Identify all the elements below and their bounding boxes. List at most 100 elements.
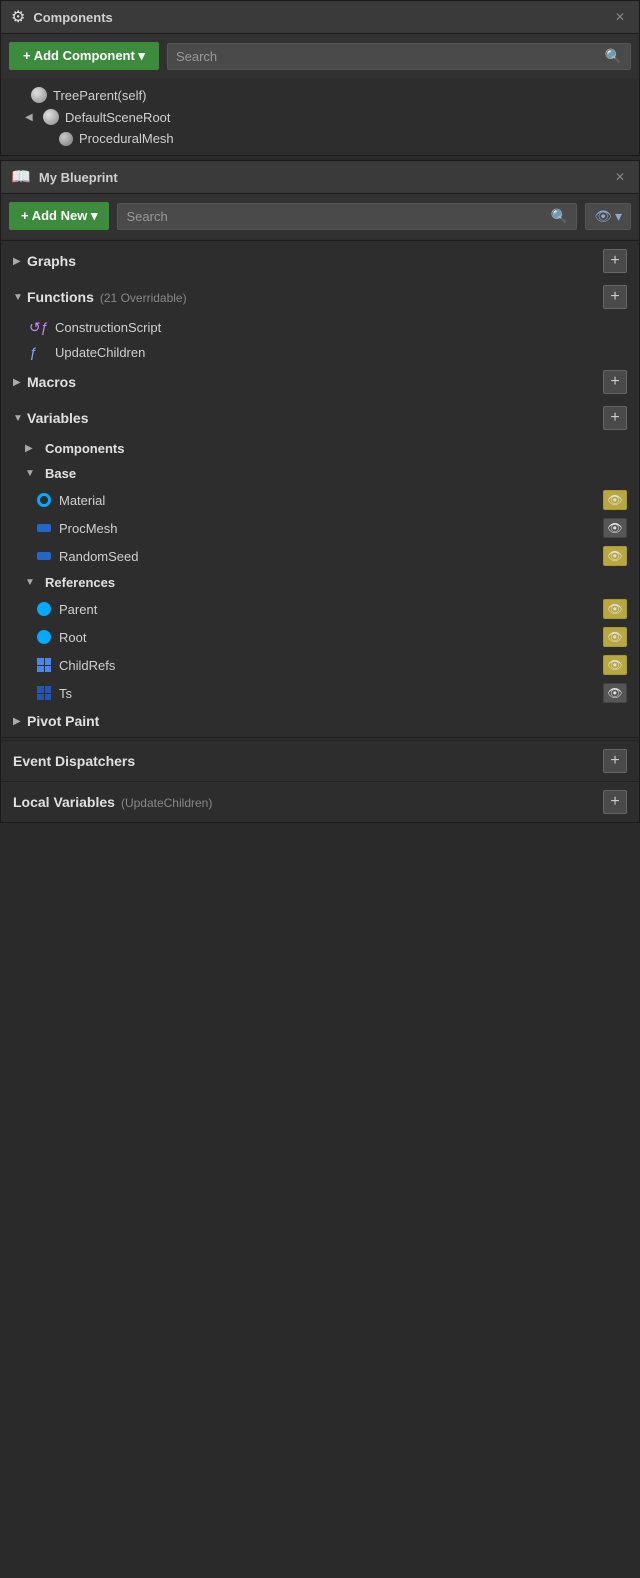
eye-open-icon3: 👁 <box>607 602 622 616</box>
tree-item-default-scene-root[interactable]: ◀ DefaultSceneRoot <box>1 106 639 128</box>
graphs-title: Graphs <box>27 253 603 269</box>
visibility-toggle-button[interactable]: 👁 ▾ <box>585 203 631 230</box>
macros-title: Macros <box>27 374 603 390</box>
components-panel-header: ⚙ Components ✕ <box>1 1 639 34</box>
event-dispatchers-section[interactable]: Event Dispatchers + <box>1 740 639 781</box>
references-group[interactable]: ▼ References <box>1 570 639 595</box>
components-search-wrap: 🔍 <box>167 43 631 70</box>
chevron-down-icon: ▾ <box>615 208 622 225</box>
tree-item-label-proc: ProceduralMesh <box>79 131 174 146</box>
add-new-button[interactable]: + Add New ▾ <box>9 202 109 230</box>
child-refs-var[interactable]: ChildRefs 👁 <box>1 651 639 679</box>
components-tree: TreeParent(self) ◀ DefaultSceneRoot Proc… <box>1 78 639 155</box>
components-panel-close[interactable]: ✕ <box>611 10 629 24</box>
update-children-item[interactable]: ƒ UpdateChildren <box>1 340 639 364</box>
eye-icon: 👁 <box>594 208 612 225</box>
components-panel: ⚙ Components ✕ + Add Component ▾ 🔍 TreeP… <box>0 0 640 156</box>
components-group[interactable]: ▶ Components <box>1 436 639 461</box>
child-refs-dot <box>37 658 51 672</box>
ts-var[interactable]: Ts 👁 <box>1 679 639 707</box>
parent-var[interactable]: Parent 👁 <box>1 595 639 623</box>
variables-title: Variables <box>27 410 603 426</box>
components-search-icon: 🔍 <box>605 48 622 65</box>
ts-dot <box>37 686 51 700</box>
functions-section[interactable]: ▼ Functions(21 Overridable) + <box>1 279 639 315</box>
material-var[interactable]: Material 👁 <box>1 486 639 514</box>
eye-closed-icon: 👁 <box>607 521 622 535</box>
child-refs-label: ChildRefs <box>59 658 595 673</box>
root-visibility-badge[interactable]: 👁 <box>603 627 627 647</box>
components-search-input[interactable] <box>176 49 601 64</box>
variables-section[interactable]: ▼ Variables + <box>1 400 639 436</box>
proc-mesh-var[interactable]: ProcMesh 👁 <box>1 514 639 542</box>
pivot-paint-arrow: ▶ <box>13 716 27 727</box>
sphere-icon <box>31 87 47 103</box>
construction-script-item[interactable]: ↺ƒ ConstructionScript <box>1 315 639 340</box>
event-dispatchers-add-button[interactable]: + <box>603 749 627 773</box>
child-refs-visibility-badge[interactable]: 👁 <box>603 655 627 675</box>
eye-closed-icon2: 👁 <box>607 686 622 700</box>
local-variables-subtitle: (UpdateChildren) <box>121 796 212 810</box>
local-variables-add-button[interactable]: + <box>603 790 627 814</box>
construction-script-icon: ↺ƒ <box>29 319 47 336</box>
random-seed-visibility-badge[interactable]: 👁 <box>603 546 627 566</box>
macros-add-button[interactable]: + <box>603 370 627 394</box>
pivot-paint-section[interactable]: ▶ Pivot Paint <box>1 707 639 735</box>
root-dot <box>37 630 51 644</box>
ts-label: Ts <box>59 686 595 701</box>
functions-add-button[interactable]: + <box>603 285 627 309</box>
parent-visibility-badge[interactable]: 👁 <box>603 599 627 619</box>
parent-dot <box>37 602 51 616</box>
functions-arrow: ▼ <box>13 292 27 303</box>
tree-item-label: TreeParent(self) <box>53 88 146 103</box>
tree-item-tree-parent[interactable]: TreeParent(self) <box>1 84 639 106</box>
sphere-icon-default <box>43 109 59 125</box>
random-seed-dot <box>37 552 51 560</box>
base-group[interactable]: ▼ Base <box>1 461 639 486</box>
update-children-label: UpdateChildren <box>55 345 627 360</box>
base-group-arrow: ▼ <box>25 468 39 479</box>
my-blueprint-panel-header: 📖 My Blueprint ✕ <box>1 161 639 194</box>
variables-add-button[interactable]: + <box>603 406 627 430</box>
parent-label: Parent <box>59 602 595 617</box>
eye-open-icon2: 👁 <box>607 549 622 563</box>
eye-open-icon: 👁 <box>607 493 622 507</box>
my-blueprint-toolbar: + Add New ▾ 🔍 👁 ▾ <box>1 194 639 238</box>
references-group-label: References <box>45 575 627 590</box>
random-seed-var[interactable]: RandomSeed 👁 <box>1 542 639 570</box>
components-group-arrow: ▶ <box>25 443 39 454</box>
local-variables-section[interactable]: Local Variables(UpdateChildren) + <box>1 781 639 822</box>
blueprint-search-icon: 🔍 <box>551 208 568 225</box>
eye-open-icon5: 👁 <box>607 658 622 672</box>
add-component-button[interactable]: + Add Component ▾ <box>9 42 159 70</box>
graphs-section[interactable]: ▶ Graphs + <box>1 243 639 279</box>
macros-section[interactable]: ▶ Macros + <box>1 364 639 400</box>
update-children-icon: ƒ <box>29 344 47 360</box>
tree-item-procedural-mesh[interactable]: ProceduralMesh <box>1 128 639 149</box>
functions-subtitle: (21 Overridable) <box>100 291 187 305</box>
proc-mesh-label: ProcMesh <box>59 521 595 536</box>
blueprint-search-input[interactable] <box>126 209 546 224</box>
proc-mesh-dot <box>37 524 51 532</box>
random-seed-label: RandomSeed <box>59 549 595 564</box>
tree-item-label-default: DefaultSceneRoot <box>65 110 171 125</box>
base-group-label: Base <box>45 466 627 481</box>
components-group-label: Components <box>45 441 627 456</box>
book-icon: 📖 <box>11 167 31 187</box>
pivot-paint-title: Pivot Paint <box>27 713 627 729</box>
toolbar-divider <box>1 240 639 241</box>
ts-visibility-badge[interactable]: 👁 <box>603 683 627 703</box>
sphere-icon-proc <box>59 132 73 146</box>
graphs-add-button[interactable]: + <box>603 249 627 273</box>
root-var[interactable]: Root 👁 <box>1 623 639 651</box>
my-blueprint-panel: 📖 My Blueprint ✕ + Add New ▾ 🔍 👁 ▾ ▶ Gra… <box>0 160 640 823</box>
graphs-arrow: ▶ <box>13 256 27 267</box>
eye-open-icon4: 👁 <box>607 630 622 644</box>
references-group-arrow: ▼ <box>25 577 39 588</box>
event-dispatchers-title: Event Dispatchers <box>13 753 603 769</box>
blueprint-search-wrap: 🔍 <box>117 203 577 230</box>
material-visibility-badge[interactable]: 👁 <box>603 490 627 510</box>
my-blueprint-panel-close[interactable]: ✕ <box>611 170 629 184</box>
proc-mesh-visibility-badge[interactable]: 👁 <box>603 518 627 538</box>
construction-script-label: ConstructionScript <box>55 320 627 335</box>
